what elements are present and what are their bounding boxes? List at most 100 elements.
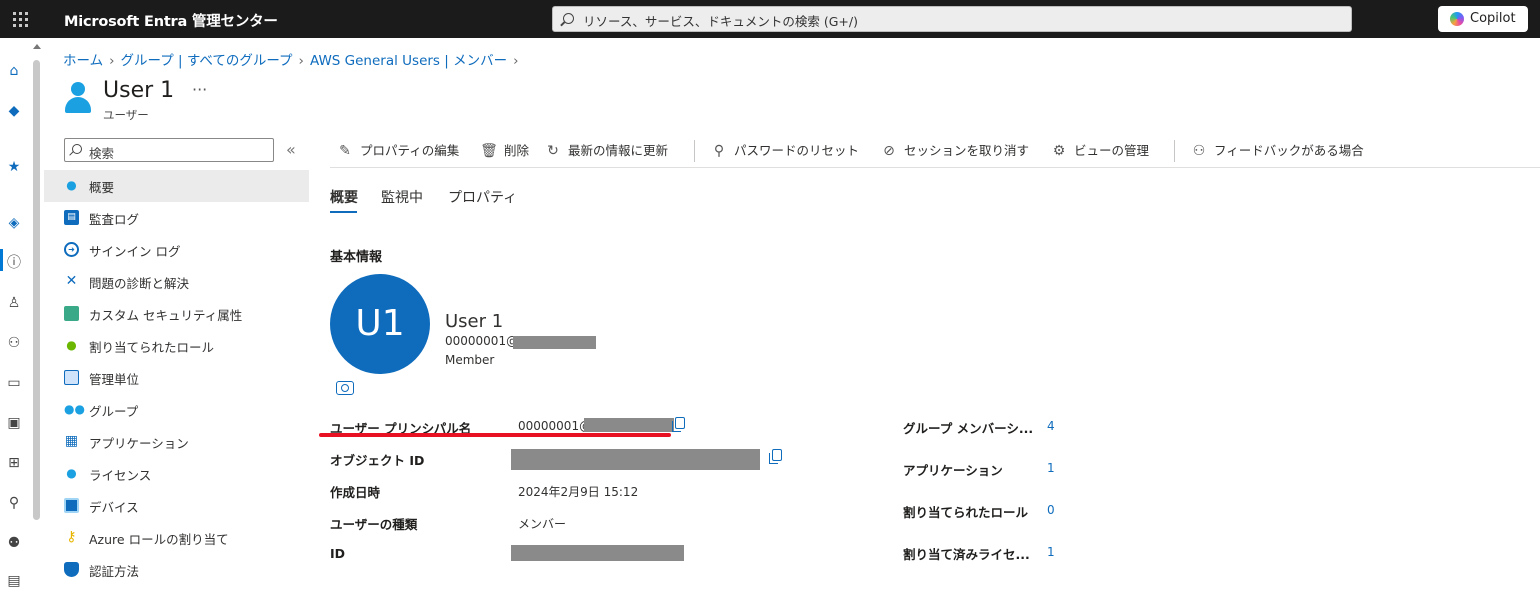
favorites-star-icon[interactable]: ★ (5, 158, 23, 176)
scroll-up-arrow[interactable] (33, 44, 41, 49)
sidebar-item-groups[interactable]: ●● グループ (44, 394, 309, 426)
sidebar-item-authentication-methods[interactable]: 認証方法 (44, 554, 309, 586)
sidebar-scrollbar[interactable] (33, 60, 40, 520)
chevron-right-icon: › (298, 53, 304, 69)
copilot-button[interactable]: Copilot (1438, 6, 1528, 32)
delete-label: 削除 (504, 143, 530, 158)
sidebar-item-overview[interactable]: ● 概要 (44, 170, 309, 202)
sidebar-item-assigned-roles[interactable]: ● 割り当てられたロール (44, 330, 309, 362)
feedback-icon: ⚇ (1192, 143, 1206, 159)
redacted-block (511, 449, 760, 470)
active-tab-indicator (330, 211, 357, 213)
edit-properties-label: プロパティの編集 (360, 143, 460, 158)
top-bar: Microsoft Entra 管理センター リソース、サービス、ドキュメントの… (0, 0, 1540, 38)
refresh-button[interactable]: ↻ 最新の情報に更新 (544, 140, 668, 162)
collapse-sidebar-button[interactable]: « (286, 140, 296, 159)
key-icon: ⚷ (66, 529, 77, 545)
assigned-licenses-count[interactable]: 1 (1047, 545, 1055, 559)
key-search-icon: ⚲ (713, 143, 725, 159)
user-page-icon (64, 82, 92, 114)
sidebar-item-label: 認証方法 (89, 564, 140, 579)
user-display-name: User 1 (445, 311, 504, 332)
upn-value: 00000001@ (518, 419, 592, 433)
avatar: U1 (330, 274, 430, 374)
chevron-right-icon: › (109, 53, 115, 69)
sidebar-item-azure-role-assignments[interactable]: ⚷ Azure ロールの割り当て (44, 522, 309, 554)
applications-count[interactable]: 1 (1047, 461, 1055, 475)
entra-id-icon[interactable]: ◈ (5, 214, 23, 232)
pencil-icon: ✎ (339, 143, 351, 159)
page-subtitle: ユーザー (103, 108, 149, 122)
created-datetime-value: 2024年2月9日 15:12 (518, 485, 639, 499)
custom-attributes-icon (64, 306, 79, 321)
tab-overview[interactable]: 概要 (330, 187, 358, 207)
copilot-icon (1450, 12, 1464, 26)
users-admin-icon[interactable]: ⚉ (5, 534, 23, 552)
audit-log-icon: ▤ (64, 210, 79, 225)
group-memberships-count[interactable]: 4 (1047, 419, 1055, 433)
toolbar-divider (1174, 140, 1175, 162)
app-title[interactable]: Microsoft Entra 管理センター (64, 10, 278, 31)
user-icon[interactable]: ♙ (5, 294, 23, 312)
sidebar-item-licenses[interactable]: ● ライセンス (44, 458, 309, 490)
sidebar-item-label: 問題の診断と解決 (89, 276, 190, 291)
assigned-roles-count[interactable]: 0 (1047, 503, 1055, 517)
assigned-roles-label: 割り当てられたロール (903, 505, 1029, 520)
camera-icon[interactable] (336, 381, 354, 395)
trash-icon: 🗑 (480, 143, 498, 159)
manage-view-button[interactable]: ⚙ ビューの管理 (1050, 140, 1149, 162)
license-icon: ● (66, 466, 77, 480)
copy-icon[interactable] (672, 417, 685, 432)
app-launcher-icon[interactable] (10, 9, 30, 29)
roles-icon[interactable]: ⚲ (5, 494, 23, 512)
tab-monitoring[interactable]: 監視中 (381, 187, 423, 207)
breadcrumb-all-groups[interactable]: グループ | すべてのグループ (121, 53, 293, 69)
reset-password-button[interactable]: ⚲ パスワードのリセット (710, 140, 859, 162)
apps-grid-icon[interactable]: ⊞ (5, 454, 23, 472)
copy-icon[interactable] (769, 449, 782, 464)
dashboard-icon[interactable]: ◆ (5, 102, 23, 120)
docs-icon[interactable]: ▤ (5, 572, 23, 590)
home-icon[interactable]: ⌂ (5, 62, 23, 80)
sidebar-item-admin-units[interactable]: 管理単位 (44, 362, 309, 394)
sidebar-item-label: サインイン ログ (89, 244, 181, 259)
tab-properties[interactable]: プロパティ (448, 187, 517, 207)
sidebar-item-devices[interactable]: デバイス (44, 490, 309, 522)
sidebar-item-label: 監査ログ (89, 212, 140, 227)
groups-icon[interactable]: ⚇ (5, 334, 23, 352)
breadcrumb: ホーム › グループ | すべてのグループ › AWS General Users | … (63, 49, 525, 69)
edit-properties-button[interactable]: ✎ プロパティの編集 (336, 140, 459, 162)
sidebar-search-input[interactable]: 検索 (64, 138, 274, 162)
applications-label: アプリケーション (903, 463, 1003, 478)
highlight-underline (319, 433, 671, 437)
global-search-input[interactable]: リソース、サービス、ドキュメントの検索 (G+/) (552, 6, 1352, 32)
search-icon (72, 144, 82, 154)
user-type-label: ユーザーの種類 (330, 517, 418, 532)
gear-icon: ⚙ (1052, 143, 1066, 159)
sidebar-item-label: アプリケーション (89, 436, 189, 451)
refresh-icon: ↻ (547, 143, 559, 159)
revoke-sessions-button[interactable]: ⊘ セッションを取り消す (880, 140, 1029, 162)
more-options-button[interactable]: ··· (192, 80, 207, 99)
delete-button[interactable]: 🗑 削除 (480, 140, 529, 162)
sidebar-search-placeholder: 検索 (89, 146, 115, 161)
devices-icon[interactable]: ▭ (5, 374, 23, 392)
left-icon-rail: ⌂ ◆ ★ ◈ ⓘ ♙ ⚇ ▭ ▣ ⊞ ⚲ ⚉ ▤ (0, 38, 30, 589)
redacted-block (584, 418, 674, 432)
created-datetime-label: 作成日時 (330, 485, 381, 500)
sidebar-item-diagnose[interactable]: ✕ 問題の診断と解決 (44, 266, 309, 298)
applications-icon[interactable]: ▣ (5, 414, 23, 432)
sidebar-item-audit-logs[interactable]: ▤ 監査ログ (44, 202, 309, 234)
info-icon[interactable]: ⓘ (5, 254, 23, 272)
reset-password-label: パスワードのリセット (734, 143, 860, 158)
sidebar-item-custom-security-attributes[interactable]: カスタム セキュリティ属性 (44, 298, 309, 330)
feedback-button[interactable]: ⚇ フィードバックがある場合 (1190, 140, 1364, 162)
sidebar-item-sign-in-logs[interactable]: ➜ サインイン ログ (44, 234, 309, 266)
search-placeholder: リソース、サービス、ドキュメントの検索 (G+/) (583, 14, 858, 29)
sidebar-item-applications[interactable]: ▦ アプリケーション (44, 426, 309, 458)
sidebar-item-label: グループ (89, 404, 139, 419)
object-id-label: オブジェクト ID (330, 453, 425, 468)
breadcrumb-home[interactable]: ホーム (63, 53, 103, 69)
sidebar-item-label: 管理単位 (89, 372, 140, 387)
breadcrumb-group-members[interactable]: AWS General Users | メンバー (310, 53, 507, 69)
